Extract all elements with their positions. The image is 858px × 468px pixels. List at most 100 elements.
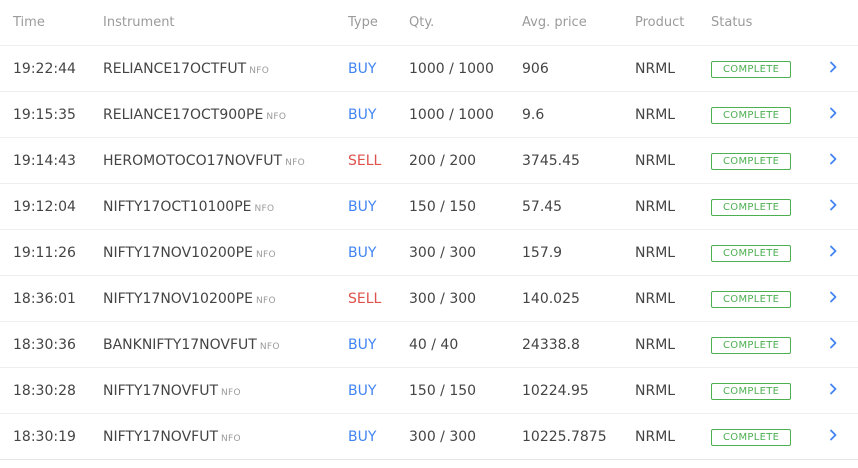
order-status: COMPLETE bbox=[711, 91, 828, 138]
order-type: BUY bbox=[348, 45, 409, 92]
order-time: 18:30:19 bbox=[0, 413, 103, 460]
table-row[interactable]: 19:12:04 NIFTY17OCT10100PE NFO BUY 150 / … bbox=[0, 183, 858, 230]
order-qty: 300 / 300 bbox=[409, 413, 522, 460]
order-action-cell bbox=[828, 413, 858, 460]
exchange-label: NFO bbox=[255, 295, 276, 306]
order-time-text: 19:14:43 bbox=[13, 152, 76, 169]
order-type-text: BUY bbox=[348, 106, 377, 123]
table-row[interactable]: 18:36:01 NIFTY17NOV10200PE NFO SELL 300 /… bbox=[0, 275, 858, 322]
order-type: BUY bbox=[348, 183, 409, 230]
order-status: COMPLETE bbox=[711, 183, 828, 230]
order-action-cell bbox=[828, 275, 858, 322]
order-time-text: 19:22:44 bbox=[13, 60, 76, 77]
order-instrument: RELIANCE17OCT900PE NFO bbox=[103, 91, 348, 138]
order-action-cell bbox=[828, 137, 858, 184]
column-header-type[interactable]: Type bbox=[348, 0, 409, 46]
order-action-cell bbox=[828, 321, 858, 368]
status-badge: COMPLETE bbox=[711, 198, 792, 216]
order-product-text: NRML bbox=[635, 60, 676, 77]
column-header-product[interactable]: Product bbox=[635, 0, 711, 46]
order-avg-price: 906 bbox=[522, 45, 635, 92]
order-qty: 1000 / 1000 bbox=[409, 45, 522, 92]
order-product-text: NRML bbox=[635, 244, 676, 261]
order-time: 18:30:28 bbox=[0, 367, 103, 414]
exchange-label: NFO bbox=[254, 203, 275, 214]
order-avg-price-text: 10224.95 bbox=[522, 382, 589, 399]
order-type-text: SELL bbox=[348, 152, 382, 169]
order-product-text: NRML bbox=[635, 336, 676, 353]
status-badge: COMPLETE bbox=[711, 106, 792, 124]
table-row[interactable]: 18:30:19 NIFTY17NOVFUT NFO BUY 300 / 300 … bbox=[0, 413, 858, 460]
column-header-time[interactable]: Time bbox=[0, 0, 103, 46]
column-header-instrument[interactable]: Instrument bbox=[103, 0, 348, 46]
order-status: COMPLETE bbox=[711, 137, 828, 184]
order-action-cell bbox=[828, 229, 858, 276]
order-avg-price-text: 10225.7875 bbox=[522, 428, 607, 445]
order-product-text: NRML bbox=[635, 428, 676, 445]
order-instrument: BANKNIFTY17NOVFUT NFO bbox=[103, 321, 348, 368]
order-type: BUY bbox=[348, 367, 409, 414]
chevron-right-icon[interactable] bbox=[828, 291, 838, 303]
order-avg-price-text: 3745.45 bbox=[522, 152, 580, 169]
chevron-right-icon[interactable] bbox=[828, 153, 838, 165]
order-time: 19:22:44 bbox=[0, 45, 103, 92]
table-row[interactable]: 19:11:26 NIFTY17NOV10200PE NFO BUY 300 / … bbox=[0, 229, 858, 276]
order-type: BUY bbox=[348, 413, 409, 460]
status-badge: COMPLETE bbox=[711, 336, 792, 354]
instrument-name: HEROMOTOCO17NOVFUT bbox=[103, 152, 283, 169]
order-avg-price-text: 157.9 bbox=[522, 244, 563, 261]
order-avg-price-text: 140.025 bbox=[522, 290, 580, 307]
order-qty-text: 1000 / 1000 bbox=[409, 106, 494, 123]
order-status: COMPLETE bbox=[711, 321, 828, 368]
order-time-text: 19:12:04 bbox=[13, 198, 76, 215]
order-avg-price: 10225.7875 bbox=[522, 413, 635, 460]
instrument-name: NIFTY17OCT10100PE bbox=[103, 198, 252, 215]
table-row[interactable]: 18:30:28 NIFTY17NOVFUT NFO BUY 150 / 150 … bbox=[0, 367, 858, 414]
order-product: NRML bbox=[635, 45, 711, 92]
chevron-right-icon[interactable] bbox=[828, 61, 838, 73]
column-header-status[interactable]: Status bbox=[711, 0, 828, 46]
column-header-qty[interactable]: Qty. bbox=[409, 0, 522, 46]
order-instrument: RELIANCE17OCTFUT NFO bbox=[103, 45, 348, 92]
status-badge: COMPLETE bbox=[711, 60, 792, 78]
table-row[interactable]: 19:22:44 RELIANCE17OCTFUT NFO BUY 1000 / … bbox=[0, 45, 858, 92]
order-qty-text: 300 / 300 bbox=[409, 428, 477, 445]
instrument-name: RELIANCE17OCT900PE bbox=[103, 106, 264, 123]
chevron-right-icon[interactable] bbox=[828, 107, 838, 119]
chevron-right-icon[interactable] bbox=[828, 199, 838, 211]
order-qty: 300 / 300 bbox=[409, 229, 522, 276]
table-row[interactable]: 19:14:43 HEROMOTOCO17NOVFUT NFO SELL 200 … bbox=[0, 137, 858, 184]
order-status: COMPLETE bbox=[711, 413, 828, 460]
order-time: 19:12:04 bbox=[0, 183, 103, 230]
order-type-text: BUY bbox=[348, 244, 377, 261]
column-header-avg-price[interactable]: Avg. price bbox=[522, 0, 635, 46]
column-header-actions bbox=[828, 0, 858, 46]
instrument-name: NIFTY17NOV10200PE bbox=[103, 290, 253, 307]
order-qty: 300 / 300 bbox=[409, 275, 522, 322]
order-product: NRML bbox=[635, 183, 711, 230]
order-type-text: BUY bbox=[348, 336, 377, 353]
order-type: BUY bbox=[348, 321, 409, 368]
order-action-cell bbox=[828, 367, 858, 414]
order-qty: 150 / 150 bbox=[409, 183, 522, 230]
order-type-text: SELL bbox=[348, 290, 382, 307]
order-time-text: 19:11:26 bbox=[13, 244, 76, 261]
chevron-right-icon[interactable] bbox=[828, 429, 838, 441]
order-product: NRML bbox=[635, 275, 711, 322]
order-status: COMPLETE bbox=[711, 367, 828, 414]
order-type: BUY bbox=[348, 229, 409, 276]
chevron-right-icon[interactable] bbox=[828, 337, 838, 349]
order-type: BUY bbox=[348, 91, 409, 138]
order-product-text: NRML bbox=[635, 198, 676, 215]
status-badge: COMPLETE bbox=[711, 152, 792, 170]
order-qty: 150 / 150 bbox=[409, 367, 522, 414]
chevron-right-icon[interactable] bbox=[828, 383, 838, 395]
exchange-label: NFO bbox=[249, 65, 270, 76]
order-qty-text: 40 / 40 bbox=[409, 336, 459, 353]
table-row[interactable]: 19:15:35 RELIANCE17OCT900PE NFO BUY 1000 … bbox=[0, 91, 858, 138]
table-row[interactable]: 18:30:36 BANKNIFTY17NOVFUT NFO BUY 40 / 4… bbox=[0, 321, 858, 368]
chevron-right-icon[interactable] bbox=[828, 245, 838, 257]
order-qty: 40 / 40 bbox=[409, 321, 522, 368]
order-instrument: NIFTY17NOVFUT NFO bbox=[103, 367, 348, 414]
instrument-name: RELIANCE17OCTFUT bbox=[103, 60, 247, 77]
